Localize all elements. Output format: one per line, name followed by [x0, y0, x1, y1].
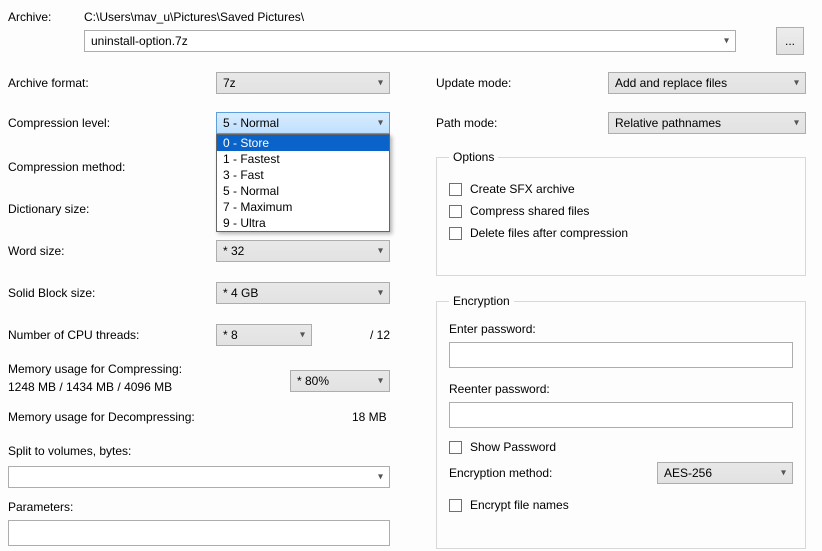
chevron-down-icon: ▾ — [300, 330, 305, 341]
solid-select[interactable]: * 4 GB ▾ — [216, 282, 390, 304]
chevron-down-icon: ▾ — [378, 376, 383, 387]
encryption-group: Encryption Enter password: Reenter passw… — [436, 294, 806, 549]
archive-path: C:\Users\mav_u\Pictures\Saved Pictures\ — [84, 10, 304, 24]
level-option-ultra[interactable]: 9 - Ultra — [217, 215, 389, 231]
mem-decompress-value: 18 MB — [352, 410, 387, 424]
delete-checkbox[interactable]: Delete files after compression — [449, 226, 793, 240]
checkbox-icon — [449, 183, 462, 196]
checkbox-icon — [449, 227, 462, 240]
mem-compress-label: Memory usage for Compressing: — [8, 362, 182, 376]
word-label: Word size: — [8, 244, 64, 258]
encrypt-names-label: Encrypt file names — [470, 498, 569, 512]
show-password-label: Show Password — [470, 440, 556, 454]
threads-select[interactable]: * 8 ▾ — [216, 324, 312, 346]
word-select[interactable]: * 32 ▾ — [216, 240, 390, 262]
checkbox-icon — [449, 441, 462, 454]
update-label: Update mode: — [436, 76, 511, 90]
encryption-legend: Encryption — [449, 294, 514, 308]
chevron-down-icon: ▾ — [794, 78, 799, 89]
pathmode-select[interactable]: Relative pathnames ▾ — [608, 112, 806, 134]
solid-value: * 4 GB — [223, 286, 258, 300]
word-value: * 32 — [223, 244, 244, 258]
solid-label: Solid Block size: — [8, 286, 95, 300]
shared-checkbox[interactable]: Compress shared files — [449, 204, 793, 218]
archive-filename-value: uninstall-option.7z — [91, 34, 188, 48]
level-value: 5 - Normal — [223, 116, 279, 130]
params-label: Parameters: — [8, 500, 73, 514]
chevron-down-icon: ▾ — [378, 472, 383, 483]
sfx-checkbox[interactable]: Create SFX archive — [449, 182, 793, 196]
checkbox-icon — [449, 499, 462, 512]
mem-compress-select[interactable]: * 80% ▾ — [290, 370, 390, 392]
enter-password-input[interactable] — [449, 342, 793, 368]
browse-label: ... — [785, 34, 795, 48]
format-value: 7z — [223, 76, 236, 90]
level-label: Compression level: — [8, 116, 110, 130]
pathmode-value: Relative pathnames — [615, 116, 721, 130]
archive-filename-input[interactable]: uninstall-option.7z ▾ — [84, 30, 736, 52]
pathmode-label: Path mode: — [436, 116, 497, 130]
checkbox-icon — [449, 205, 462, 218]
level-option-maximum[interactable]: 7 - Maximum — [217, 199, 389, 215]
mem-compress-detail: 1248 MB / 1434 MB / 4096 MB — [8, 380, 172, 394]
split-input[interactable]: ▾ — [8, 466, 390, 488]
enter-password-label: Enter password: — [449, 322, 793, 336]
update-select[interactable]: Add and replace files ▾ — [608, 72, 806, 94]
format-label: Archive format: — [8, 76, 89, 90]
chevron-down-icon: ▾ — [378, 288, 383, 299]
options-legend: Options — [449, 150, 498, 164]
chevron-down-icon: ▾ — [781, 468, 786, 479]
format-select[interactable]: 7z ▾ — [216, 72, 390, 94]
delete-label: Delete files after compression — [470, 226, 628, 240]
sfx-label: Create SFX archive — [470, 182, 575, 196]
enc-method-value: AES-256 — [664, 466, 712, 480]
mem-decompress-label: Memory usage for Decompressing: — [8, 410, 195, 424]
dict-label: Dictionary size: — [8, 202, 89, 216]
level-option-store[interactable]: 0 - Store — [217, 135, 389, 151]
chevron-down-icon: ▾ — [794, 118, 799, 129]
reenter-password-label: Reenter password: — [449, 382, 793, 396]
encrypt-names-checkbox[interactable]: Encrypt file names — [449, 498, 793, 512]
chevron-down-icon: ▾ — [378, 118, 383, 129]
shared-label: Compress shared files — [470, 204, 589, 218]
reenter-password-input[interactable] — [449, 402, 793, 428]
update-value: Add and replace files — [615, 76, 727, 90]
threads-total: / 12 — [370, 328, 390, 342]
threads-value: * 8 — [223, 328, 238, 342]
chevron-down-icon: ▾ — [378, 246, 383, 257]
enc-method-label: Encryption method: — [449, 466, 552, 480]
enc-method-select[interactable]: AES-256 ▾ — [657, 462, 793, 484]
level-dropdown[interactable]: 0 - Store 1 - Fastest 3 - Fast 5 - Norma… — [216, 134, 390, 232]
options-group: Options Create SFX archive Compress shar… — [436, 150, 806, 276]
chevron-down-icon: ▾ — [378, 78, 383, 89]
threads-label: Number of CPU threads: — [8, 328, 139, 342]
split-label: Split to volumes, bytes: — [8, 444, 131, 458]
level-option-fastest[interactable]: 1 - Fastest — [217, 151, 389, 167]
chevron-down-icon: ▾ — [724, 36, 729, 47]
show-password-checkbox[interactable]: Show Password — [449, 440, 793, 454]
browse-button[interactable]: ... — [776, 27, 804, 55]
params-input[interactable] — [8, 520, 390, 546]
mem-compress-value: * 80% — [297, 374, 329, 388]
archive-label: Archive: — [8, 10, 51, 24]
method-label: Compression method: — [8, 160, 125, 174]
level-option-normal[interactable]: 5 - Normal — [217, 183, 389, 199]
level-option-fast[interactable]: 3 - Fast — [217, 167, 389, 183]
level-select[interactable]: 5 - Normal ▾ — [216, 112, 390, 134]
